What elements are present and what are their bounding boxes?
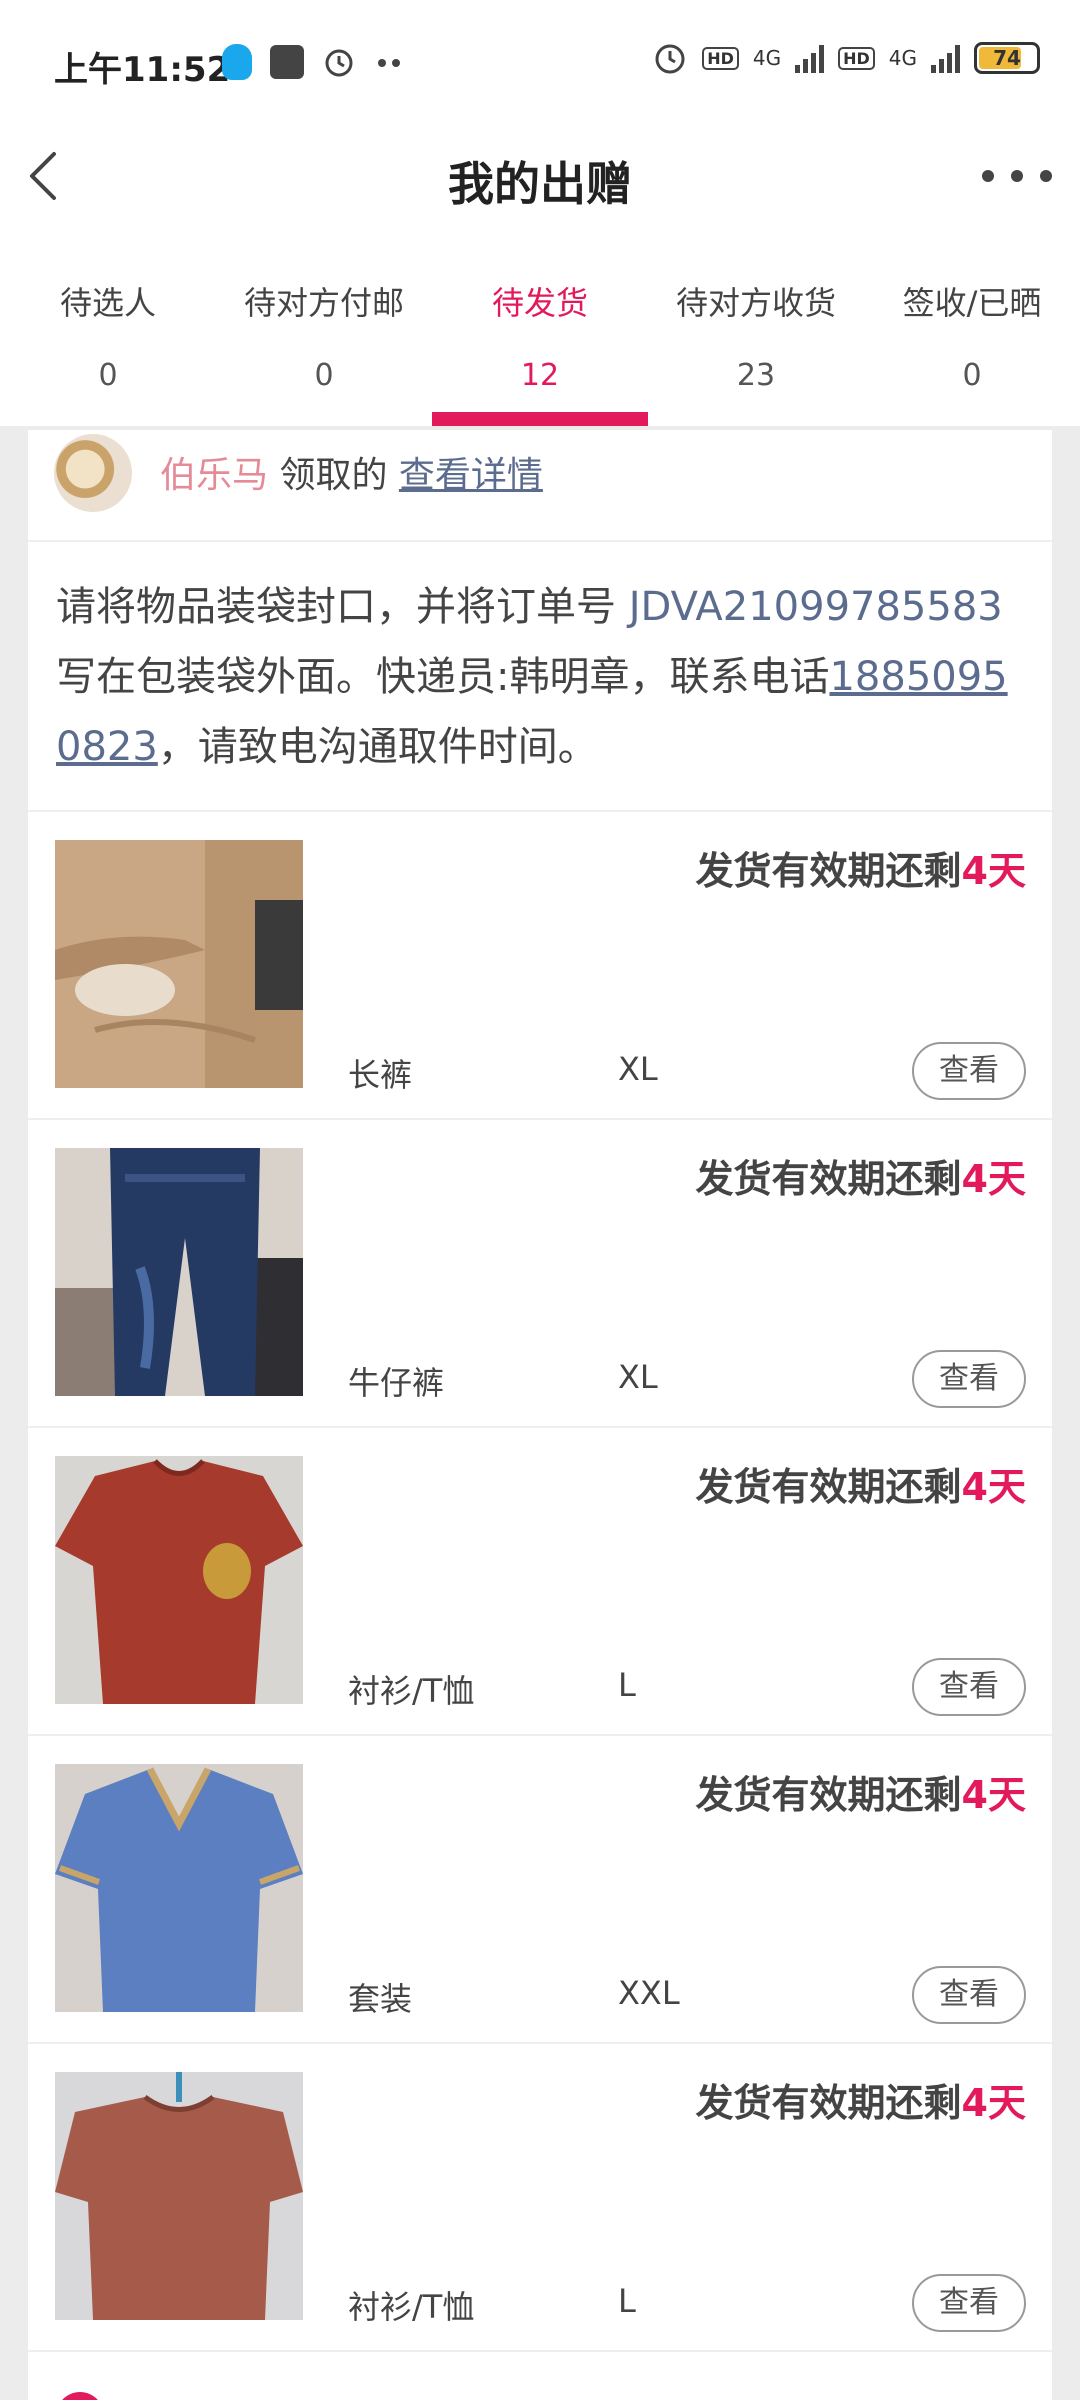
view-button[interactable]: 查看: [912, 1658, 1026, 1716]
list-item: 发货有效期还剩4天 衬衫/T恤 L 查看: [28, 1428, 1052, 1736]
deadline-label: 发货有效期还剩: [695, 849, 962, 893]
item-category: 套装: [348, 1980, 413, 2018]
item-size: XL: [618, 1358, 658, 1396]
signal-icon: [795, 43, 825, 73]
claim-row: 伯乐马 领取的 查看详情: [28, 430, 1052, 542]
item-photo[interactable]: [55, 2072, 303, 2320]
tab-pending-select[interactable]: 待选人 0: [0, 240, 216, 426]
tab-label: 签收/已晒: [902, 284, 1042, 322]
view-button[interactable]: 查看: [912, 1350, 1026, 1408]
notice-text: 请将物品装袋封口，并将订单号: [56, 584, 629, 630]
item-category: 衬衫/T恤: [348, 1672, 475, 1710]
item-size: XXL: [618, 1974, 680, 2012]
alarm-icon: [325, 49, 353, 77]
deadline-label: 发货有效期还剩: [695, 1773, 962, 1817]
deadline-label: 发货有效期还剩: [695, 1157, 962, 1201]
alarm-icon: [655, 44, 685, 74]
item-size: L: [618, 2282, 636, 2320]
page-title: 我的出赠: [448, 157, 632, 211]
tab-pending-shipment[interactable]: 待发货 12: [432, 240, 648, 426]
tab-label: 待发货: [491, 284, 588, 322]
more-icon[interactable]: [982, 146, 1052, 206]
tab-label: 待对方收货: [675, 284, 836, 322]
system-status: HD 4G HD 4G 74: [652, 40, 1040, 76]
item-photo[interactable]: [55, 840, 303, 1088]
signal-icon: [931, 43, 960, 73]
ship-deadline: 发货有效期还剩4天: [696, 1456, 1026, 1511]
deadline-days: 4天: [961, 1773, 1026, 1817]
shipping-notice: 请将物品装袋封口，并将订单号 JDVA21099785583 写在包装袋外面。快…: [28, 542, 1052, 812]
status-tabs: 待选人 0 待对方付邮 0 待发货 12 待对方收货 23 签收/已晒 0: [0, 240, 1080, 426]
list-item: 发货有效期还剩4天 长裤 XL 查看: [28, 812, 1052, 1120]
item-photo[interactable]: [55, 1456, 303, 1704]
tab-label: 待对方付邮: [243, 284, 404, 322]
ship-deadline: 发货有效期还剩4天: [696, 1148, 1026, 1203]
tab-count: 0: [314, 358, 334, 393]
item-size: XL: [618, 1050, 658, 1088]
hd-badge: HD: [838, 46, 875, 70]
order-number: JDVA21099785583: [628, 584, 1003, 630]
battery-level: 74: [993, 46, 1021, 70]
tab-pending-postage[interactable]: 待对方付邮 0: [216, 240, 432, 426]
order-card: 伯乐马 领取的 查看详情 请将物品装袋封口，并将订单号 JDVA21099785…: [28, 430, 1052, 2400]
app-notification-icon: [270, 45, 304, 79]
item-category: 长裤: [348, 1056, 413, 1094]
view-button[interactable]: 查看: [912, 1966, 1026, 2024]
notice-text: ，请致电沟通取件时间。: [157, 724, 598, 770]
item-size: L: [618, 1666, 636, 1704]
active-tab-indicator: [432, 412, 648, 426]
deadline-days: 4天: [961, 1157, 1026, 1201]
qq-icon: [222, 44, 252, 80]
hd-badge: HD: [702, 46, 739, 70]
status-bar: 上午11:52 HD 4G HD 4G 74: [0, 0, 1080, 120]
battery-icon: 74: [974, 42, 1040, 74]
view-button[interactable]: 查看: [912, 2274, 1026, 2332]
claim-text: 伯乐马 领取的 查看详情: [160, 446, 543, 498]
ship-deadline: 发货有效期还剩4天: [696, 1764, 1026, 1819]
deadline-days: 4天: [961, 849, 1026, 893]
network-type: 4G: [752, 46, 782, 70]
item-category: 牛仔裤: [348, 1364, 445, 1402]
claimer-name[interactable]: 伯乐马: [160, 455, 268, 496]
tab-count: 23: [736, 358, 776, 393]
tab-count: 0: [98, 358, 118, 393]
deadline-days: 4天: [961, 2081, 1026, 2125]
tab-received[interactable]: 签收/已晒 0: [864, 240, 1080, 426]
ship-deadline: 发货有效期还剩4天: [696, 840, 1026, 895]
deadline-days: 4天: [961, 1465, 1026, 1509]
more-notifications-icon: [378, 59, 400, 67]
network-type: 4G: [888, 46, 917, 70]
view-details-link[interactable]: 查看详情: [399, 455, 543, 496]
claim-verb: 领取的: [268, 455, 399, 496]
tab-label: 待选人: [59, 284, 156, 322]
deadline-label: 发货有效期还剩: [695, 1465, 962, 1509]
list-item: 发货有效期还剩4天 套装 XXL 查看: [28, 1736, 1052, 2044]
notification-icons: [222, 44, 404, 80]
item-photo[interactable]: [55, 1148, 303, 1396]
item-photo[interactable]: [55, 1764, 303, 2012]
ship-deadline: 发货有效期还剩4天: [696, 2072, 1026, 2127]
deadline-label: 发货有效期还剩: [695, 2081, 962, 2125]
tab-pending-receipt[interactable]: 待对方收货 23: [648, 240, 864, 426]
app-header: 我的出赠: [0, 120, 1080, 240]
tab-count: 12: [520, 358, 560, 393]
view-button[interactable]: 查看: [912, 1042, 1026, 1100]
status-time: 上午11:52: [54, 50, 231, 90]
list-item: 发货有效期还剩4天 牛仔裤 XL 查看: [28, 1120, 1052, 1428]
tab-count: 0: [962, 358, 982, 393]
notice-text: 写在包装袋外面。快递员:韩明章，联系电话: [56, 654, 830, 700]
list-item: 发货有效期还剩4天 衬衫/T恤 L 查看: [28, 2044, 1052, 2352]
avatar[interactable]: [54, 434, 132, 512]
item-category: 衬衫/T恤: [348, 2288, 475, 2326]
